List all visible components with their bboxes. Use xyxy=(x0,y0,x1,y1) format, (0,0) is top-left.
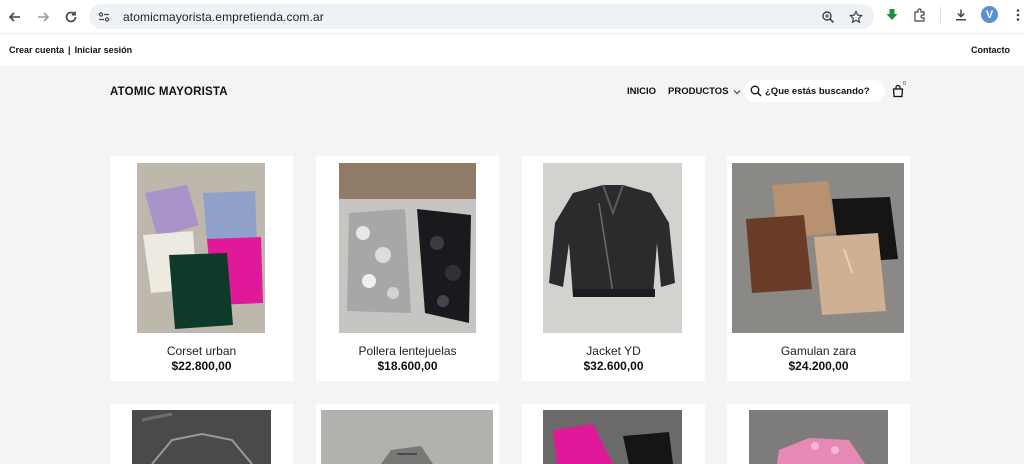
product-card[interactable] xyxy=(522,404,705,464)
forward-arrow-icon[interactable] xyxy=(32,6,54,28)
reload-icon[interactable] xyxy=(60,6,82,28)
search-input[interactable] xyxy=(765,85,875,97)
product-image[interactable] xyxy=(339,163,476,333)
product-image[interactable] xyxy=(543,163,682,333)
product-name[interactable]: Gamulan zara xyxy=(727,344,910,358)
url-text: atomicmayorista.empretienda.com.ar xyxy=(123,9,324,24)
contact-link[interactable]: Contacto xyxy=(971,45,1010,55)
product-card[interactable] xyxy=(110,404,293,464)
profile-avatar[interactable]: V xyxy=(981,6,998,23)
product-image[interactable] xyxy=(543,410,682,464)
product-price: $24.200,00 xyxy=(788,359,849,373)
product-name[interactable]: Corset urban xyxy=(110,344,293,358)
nav-products[interactable]: PRODUCTOS xyxy=(668,86,741,97)
cart-count-badge: 0 xyxy=(903,81,907,87)
product-image[interactable] xyxy=(132,410,271,464)
product-image[interactable] xyxy=(137,163,265,333)
product-image[interactable] xyxy=(732,163,904,333)
site-info-icon[interactable] xyxy=(97,10,111,24)
product-card[interactable] xyxy=(727,404,910,464)
account-bar: Crear cuenta | Iniciar sesión Contacto xyxy=(0,33,1024,66)
bookmark-star-icon[interactable] xyxy=(848,9,864,25)
product-card[interactable]: Jacket YD $32.600,00 xyxy=(522,156,705,381)
nav-home[interactable]: INICIO xyxy=(627,86,656,97)
product-name[interactable]: Pollera lentejuelas xyxy=(316,344,499,358)
product-name[interactable]: Jacket YD xyxy=(522,344,705,358)
product-price: $18.600,00 xyxy=(377,359,438,373)
account-separator: | xyxy=(68,45,71,55)
extensions-puzzle-icon[interactable] xyxy=(912,7,928,23)
product-price: $32.600,00 xyxy=(583,359,644,373)
product-card[interactable]: Pollera lentejuelas $18.600,00 xyxy=(316,156,499,381)
address-bar[interactable]: atomicmayorista.empretienda.com.ar xyxy=(89,4,874,29)
login-link[interactable]: Iniciar sesión xyxy=(75,45,133,55)
store-logo[interactable]: ATOMIC MAYORISTA xyxy=(110,86,228,98)
product-card[interactable]: Gamulan zara $24.200,00 xyxy=(727,156,910,381)
product-image[interactable] xyxy=(749,410,888,464)
search-icon[interactable] xyxy=(750,85,762,97)
browser-menu-icon[interactable] xyxy=(1010,7,1024,23)
toolbar-divider xyxy=(940,6,941,23)
create-account-link[interactable]: Crear cuenta xyxy=(9,45,64,55)
product-price: $22.800,00 xyxy=(171,359,232,373)
product-card[interactable] xyxy=(316,404,499,464)
back-arrow-icon[interactable] xyxy=(4,6,26,28)
extension-download-arrow-icon[interactable] xyxy=(884,7,900,23)
search-box[interactable] xyxy=(744,80,885,102)
chevron-down-icon xyxy=(733,89,740,94)
product-image[interactable] xyxy=(321,410,493,464)
product-card[interactable]: Corset urban $22.800,00 xyxy=(110,156,293,381)
downloads-icon[interactable] xyxy=(953,7,969,23)
nav-products-label: PRODUCTOS xyxy=(668,86,729,97)
zoom-icon[interactable] xyxy=(820,9,836,25)
browser-toolbar: atomicmayorista.empretienda.com.ar V xyxy=(0,0,1024,33)
